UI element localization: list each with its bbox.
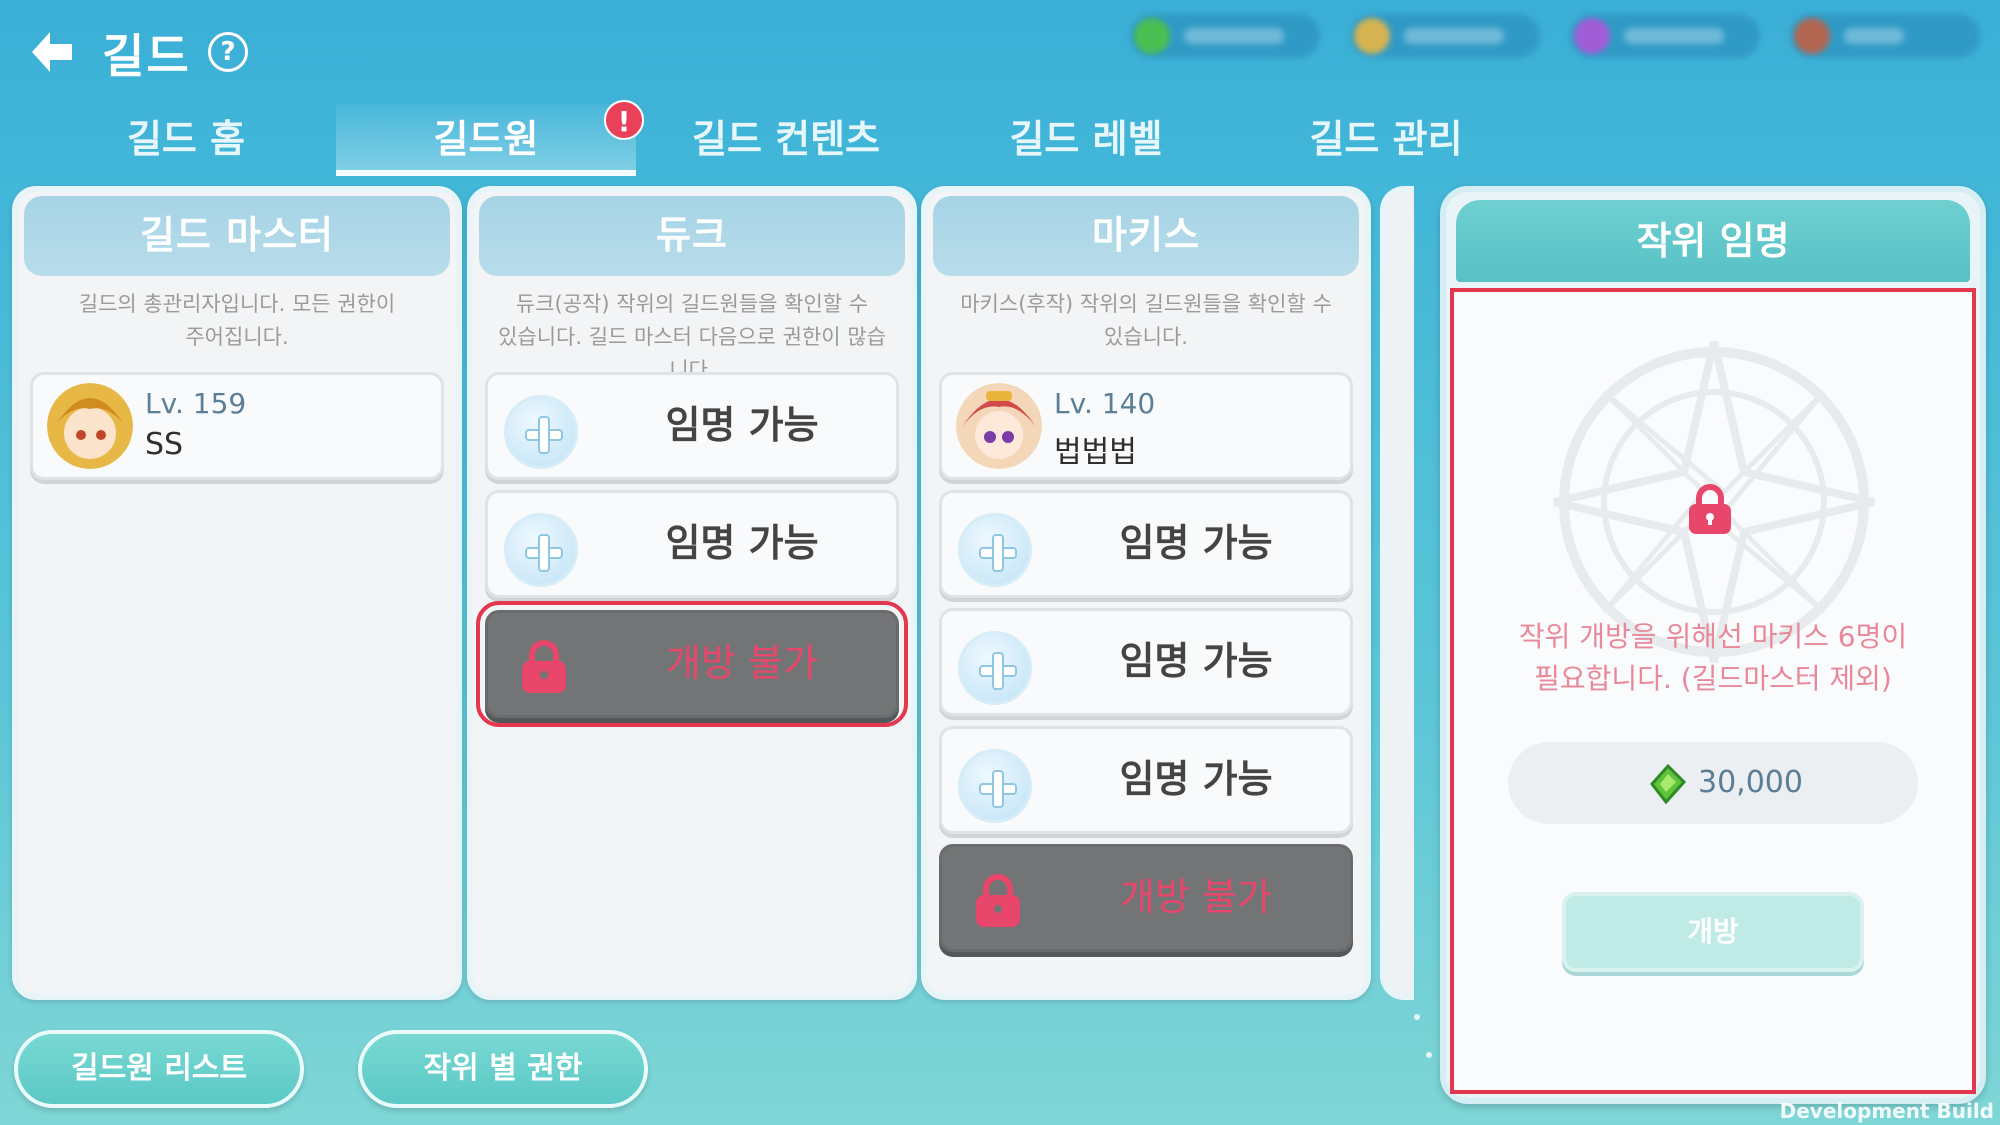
member-name: 법법법 xyxy=(1054,435,1137,470)
tab-guild-level[interactable]: 길드 레벨 xyxy=(936,104,1236,176)
green-gem-icon xyxy=(1650,763,1687,805)
locked-slot[interactable]: 개방 불가 xyxy=(476,601,908,727)
green-gem-icon xyxy=(1134,18,1170,54)
member-slot[interactable]: Lv. 159 SS xyxy=(30,372,444,480)
tab-bar: 길드 홈 길드원 ! 길드 컨텐츠 길드 레벨 길드 관리 xyxy=(36,100,1536,176)
avatar xyxy=(47,383,133,469)
panel-title: 작위 임명 xyxy=(1456,200,1970,282)
member-slot[interactable]: Lv. 140 법법법 xyxy=(939,372,1353,480)
cost-display: 30,000 xyxy=(1508,742,1918,824)
tab-guild-members-label: 길드원 xyxy=(433,117,539,161)
rank-column-guild-master: 길드 마스터 길드의 총관리자입니다. 모든 권한이 주어집니다. Lv. 15… xyxy=(12,186,462,1000)
desc-line: 듀크(공작) 작위의 길드원들을 확인할 수 xyxy=(515,292,869,316)
column-title: 길드 마스터 xyxy=(24,196,450,276)
help-icon[interactable]: ? xyxy=(208,32,248,72)
member-level: Lv. 140 xyxy=(1054,387,1156,420)
appoint-slot[interactable]: 임명 가능 xyxy=(939,726,1353,834)
sparkle-decoration xyxy=(1414,1014,1420,1020)
plus-icon xyxy=(958,513,1032,587)
currency-purple-gem[interactable] xyxy=(1570,14,1760,58)
purple-gem-icon xyxy=(1574,18,1610,54)
desc-line: 마키스(후작) 작위의 길드원들을 확인할 수 xyxy=(960,292,1332,316)
rank-permissions-button[interactable]: 작위 별 권한 xyxy=(358,1030,648,1108)
currency-gold-coin[interactable] xyxy=(1350,14,1540,58)
plus-icon xyxy=(504,395,578,469)
rank-column-partial xyxy=(1380,186,1414,1000)
slot-label: 임명 가능 xyxy=(1119,639,1273,683)
currency-green-gem[interactable] xyxy=(1130,14,1320,58)
message-line: 필요합니다. (길드마스터 제외) xyxy=(1534,662,1892,695)
panel-body: 작위 개방을 위해선 마키스 6명이 필요합니다. (길드마스터 제외) 30,… xyxy=(1450,288,1976,1094)
desc-line: 주어집니다. xyxy=(185,325,289,349)
column-description: 길드의 총관리자입니다. 모든 권한이 주어집니다. xyxy=(38,288,436,354)
rank-column-duke: 듀크 듀크(공작) 작위의 길드원들을 확인할 수 있습니다. 길드 마스터 다… xyxy=(467,186,917,1000)
appoint-slot[interactable]: 임명 가능 xyxy=(485,490,899,598)
cost-value: 30,000 xyxy=(1698,765,1803,800)
gold-coin-icon xyxy=(1354,18,1390,54)
desc-line: 길드의 총관리자입니다. 모든 권한이 xyxy=(78,292,396,316)
column-title: 마키스 xyxy=(933,196,1359,276)
currency-bar xyxy=(1130,14,1980,60)
column-title: 듀크 xyxy=(479,196,905,276)
appoint-slot[interactable]: 임명 가능 xyxy=(939,490,1353,598)
appoint-slot[interactable]: 임명 가능 xyxy=(939,608,1353,716)
message-line: 작위 개방을 위해선 마키스 6명이 xyxy=(1518,620,1908,653)
tab-guild-members[interactable]: 길드원 ! xyxy=(336,100,644,176)
lock-icon xyxy=(522,640,566,693)
lock-icon xyxy=(1689,484,1731,534)
locked-slot[interactable]: 개방 불가 xyxy=(939,844,1353,952)
plus-icon xyxy=(958,749,1032,823)
red-orb-icon xyxy=(1794,18,1830,54)
column-description: 마키스(후작) 작위의 길드원들을 확인할 수 있습니다. xyxy=(947,288,1345,354)
member-level: Lv. 159 xyxy=(145,387,247,420)
tab-guild-content[interactable]: 길드 컨텐츠 xyxy=(636,104,936,176)
tab-guild-home[interactable]: 길드 홈 xyxy=(36,104,336,176)
slot-label: 임명 가능 xyxy=(665,521,819,565)
desc-line: 있습니다. xyxy=(1104,325,1188,349)
sparkle-decoration xyxy=(1426,1052,1432,1058)
avatar xyxy=(956,383,1042,469)
open-button[interactable]: 개방 xyxy=(1562,892,1864,972)
slot-label: 임명 가능 xyxy=(665,403,819,447)
slot-label: 개방 불가 xyxy=(666,641,818,685)
requirement-message: 작위 개방을 위해선 마키스 6명이 필요합니다. (길드마스터 제외) xyxy=(1474,616,1952,700)
member-name: SS xyxy=(145,427,184,462)
dev-build-label: Development Build xyxy=(1779,1099,1994,1123)
back-arrow-icon[interactable] xyxy=(26,26,78,78)
currency-red-orb[interactable] xyxy=(1790,14,1980,58)
slot-label: 개방 불가 xyxy=(1120,875,1272,919)
page-title: 길드 xyxy=(102,29,191,83)
plus-icon xyxy=(958,631,1032,705)
lock-icon xyxy=(976,874,1020,927)
slot-label: 임명 가능 xyxy=(1119,757,1273,801)
plus-icon xyxy=(504,513,578,587)
rank-column-marquis: 마키스 마키스(후작) 작위의 길드원들을 확인할 수 있습니다. Lv. 14… xyxy=(921,186,1371,1000)
tab-guild-manage[interactable]: 길드 관리 xyxy=(1236,104,1536,176)
appoint-slot[interactable]: 임명 가능 xyxy=(485,372,899,480)
rank-appoint-panel: 작위 임명 작위 개방을 위해선 마키스 6명이 필요합니다. (길드마스터 제… xyxy=(1440,186,1986,1104)
slot-label: 임명 가능 xyxy=(1119,521,1273,565)
member-list-button[interactable]: 길드원 리스트 xyxy=(14,1030,304,1108)
